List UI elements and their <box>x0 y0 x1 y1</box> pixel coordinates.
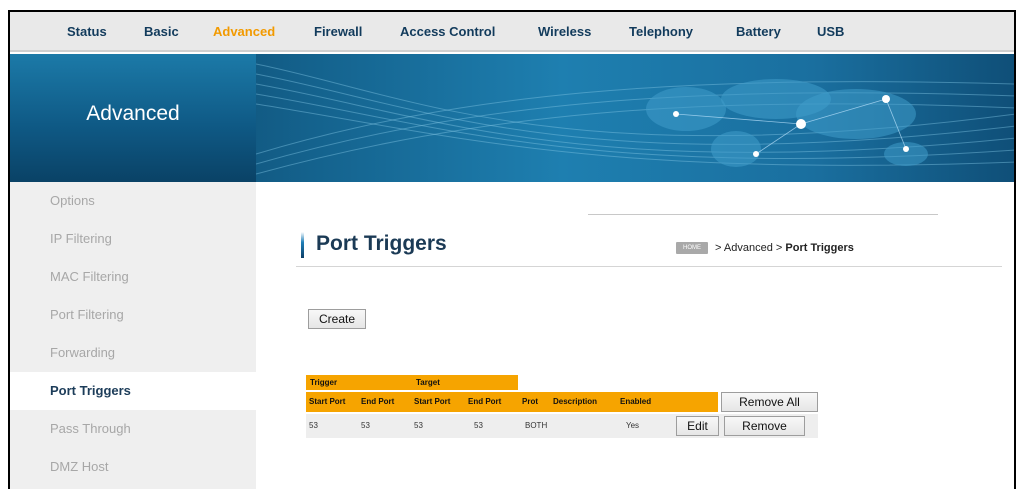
row-description <box>556 414 558 438</box>
col-target-end-port: End Port <box>468 397 502 406</box>
sidebar-item-ip-filtering[interactable]: IP Filtering <box>10 220 256 258</box>
row-target-start-port: 53 <box>414 421 423 430</box>
remove-button[interactable]: Remove <box>724 416 805 436</box>
row-trigger-end-port: 53 <box>361 421 370 430</box>
router-admin-window: Status Basic Advanced Firewall Access Co… <box>8 10 1016 489</box>
top-navigation: Status Basic Advanced Firewall Access Co… <box>10 12 1014 52</box>
sidebar-item-options[interactable]: Options <box>10 182 256 220</box>
page-title: Port Triggers <box>316 232 447 255</box>
title-accent-bar <box>301 232 304 258</box>
banner-section-title: Advanced <box>86 102 180 125</box>
home-icon[interactable]: HOME <box>676 242 708 255</box>
sidebar-item-forwarding[interactable]: Forwarding <box>10 334 256 372</box>
header-banner: Advanced <box>10 54 1014 182</box>
nav-status[interactable]: Status <box>67 24 107 39</box>
world-map-graphic <box>256 63 1014 175</box>
remove-all-button[interactable]: Remove All <box>721 392 818 412</box>
nav-access-control[interactable]: Access Control <box>400 24 495 39</box>
main-content: Port Triggers HOME > Advanced > Port Tri… <box>256 182 1014 489</box>
table-group-header-row <box>306 375 518 390</box>
col-enabled: Enabled <box>620 397 652 406</box>
sidebar-item-pass-through[interactable]: Pass Through <box>10 410 256 448</box>
sidebar: Options IP Filtering MAC Filtering Port … <box>10 182 256 489</box>
top-divider <box>588 214 938 215</box>
col-target-start-port: Start Port <box>414 397 451 406</box>
target-group-header: Target <box>416 378 440 387</box>
title-divider <box>296 266 1002 267</box>
nav-basic[interactable]: Basic <box>144 24 179 39</box>
sidebar-item-port-filtering[interactable]: Port Filtering <box>10 296 256 334</box>
nav-advanced[interactable]: Advanced <box>213 24 275 39</box>
sidebar-item-port-triggers[interactable]: Port Triggers <box>10 372 256 410</box>
nav-battery[interactable]: Battery <box>736 24 781 39</box>
row-enabled: Yes <box>626 421 640 430</box>
nav-wireless[interactable]: Wireless <box>538 24 591 39</box>
nav-firewall[interactable]: Firewall <box>314 24 362 39</box>
trigger-group-header: Trigger <box>310 378 338 387</box>
row-protocol: BOTH <box>525 421 548 430</box>
breadcrumb: HOME > Advanced > Port Triggers <box>676 242 854 255</box>
nav-usb[interactable]: USB <box>817 24 844 39</box>
sidebar-item-dmz-host[interactable]: DMZ Host <box>10 448 256 486</box>
breadcrumb-path: > Advanced > <box>712 242 786 254</box>
row-target-end-port: 53 <box>474 421 483 430</box>
col-trigger-start-port: Start Port <box>309 397 346 406</box>
banner-section-panel: Advanced <box>10 54 256 182</box>
nav-telephony[interactable]: Telephony <box>629 24 693 39</box>
breadcrumb-current: Port Triggers <box>785 242 854 254</box>
sidebar-item-mac-filtering[interactable]: MAC Filtering <box>10 258 256 296</box>
col-protocol: Prot <box>522 397 538 406</box>
create-button[interactable]: Create <box>308 309 366 329</box>
edit-button[interactable]: Edit <box>676 416 719 436</box>
row-trigger-start-port: 53 <box>309 421 318 430</box>
col-trigger-end-port: End Port <box>361 397 395 406</box>
col-description: Description <box>553 397 598 406</box>
